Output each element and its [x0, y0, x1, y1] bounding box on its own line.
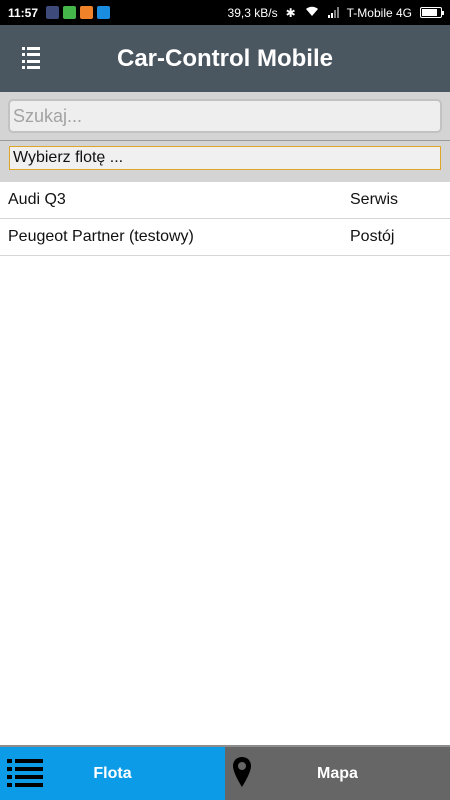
map-pin-icon: [233, 757, 251, 787]
orange-app-icon: [80, 6, 94, 19]
search-input[interactable]: [8, 99, 442, 133]
app-screen: 11:57 39,3 kB/s ✱ T-Mobile 4G Car-Contro…: [0, 0, 450, 800]
messenger-icon: [63, 6, 77, 19]
list-item[interactable]: Peugeot Partner (testowy) Postój: [0, 219, 450, 256]
vehicle-name: Peugeot Partner (testowy): [8, 228, 194, 245]
notification-apps: [46, 6, 111, 19]
tab-label: Flota: [93, 764, 132, 782]
vehicle-status: Serwis: [350, 191, 399, 208]
battery-icon: [420, 7, 444, 18]
search-area: [0, 92, 450, 141]
bluetooth-icon: ✱: [285, 5, 296, 20]
vehicle-status: Postój: [350, 228, 395, 245]
bottom-tab-bar: Flota Mapa: [0, 745, 450, 800]
tab-mapa[interactable]: Mapa: [225, 747, 450, 800]
tab-label: Mapa: [317, 764, 358, 782]
app-header: Car-Control Mobile: [0, 25, 450, 92]
fleet-area: Wybierz flotę ...: [0, 141, 450, 182]
camera-app-icon: [97, 6, 111, 19]
vehicle-list: Audi Q3 Serwis Peugeot Partner (testowy)…: [0, 182, 450, 256]
list-menu-icon[interactable]: [22, 47, 46, 69]
gallery-icon: [46, 6, 60, 19]
status-time: 11:57: [8, 5, 39, 20]
status-bar: 11:57 39,3 kB/s ✱ T-Mobile 4G: [0, 0, 450, 25]
vehicle-name: Audi Q3: [8, 191, 66, 208]
tab-flota[interactable]: Flota: [0, 747, 225, 800]
status-right: 39,3 kB/s ✱ T-Mobile 4G: [227, 5, 444, 20]
signal-icon: [327, 7, 339, 18]
carrier-name: T-Mobile 4G: [346, 5, 412, 20]
battery-fill: [422, 9, 437, 16]
wifi-icon: [304, 5, 320, 20]
list-icon: [7, 759, 43, 787]
fleet-select[interactable]: Wybierz flotę ...: [9, 146, 441, 170]
list-item[interactable]: Audi Q3 Serwis: [0, 182, 450, 219]
page-title: Car-Control Mobile: [117, 44, 333, 72]
network-speed: 39,3 kB/s: [227, 5, 278, 20]
